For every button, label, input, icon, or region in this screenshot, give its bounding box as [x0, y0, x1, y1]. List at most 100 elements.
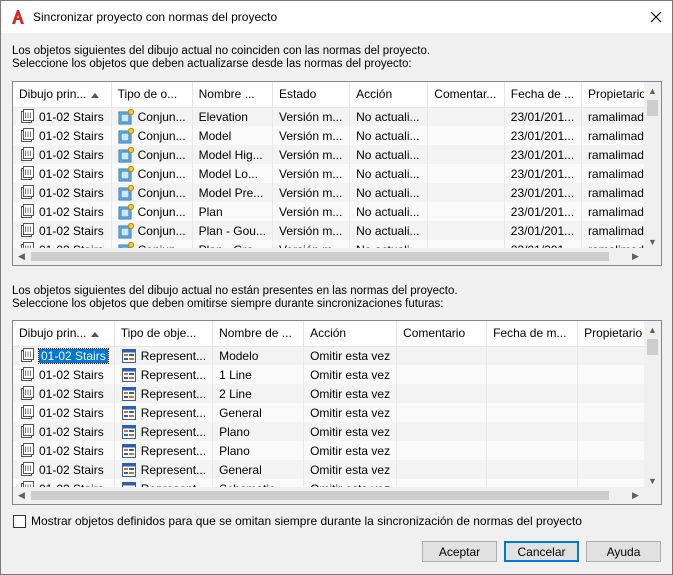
accept-button[interactable]: Aceptar: [422, 541, 497, 562]
table-row[interactable]: 01-02 Stairs Represent... General Omitir es…: [13, 403, 657, 422]
scroll-left-icon[interactable]: ◀: [13, 248, 30, 265]
show-ignored-option[interactable]: Mostrar objetos definidos para que se om…: [13, 514, 582, 528]
table-row[interactable]: 01-02 Stairs Conjun... Plan Versión m... No …: [13, 202, 661, 221]
table-row[interactable]: 01-02 Stairs Represent... General Omitir es…: [13, 460, 657, 479]
cell-text: No actuali...: [356, 166, 420, 181]
display-representation-icon: [121, 367, 136, 382]
grid2-hscroll-thumb[interactable]: [31, 491, 609, 500]
drawing-file-icon: [21, 108, 34, 123]
column-header[interactable]: Fecha de ...: [504, 82, 582, 108]
table-cell: Conjun...: [111, 107, 193, 126]
table-cell: 23/01/201...: [504, 164, 582, 183]
mismatched-objects-grid[interactable]: Dibujo prin... Tipo de o... Nombre ... Esta…: [12, 81, 662, 266]
column-header-label: Comentario: [403, 326, 466, 341]
table-cell: Represent...: [114, 460, 214, 479]
table-cell: 23/01/201...: [504, 107, 582, 126]
table-cell: Conjun...: [111, 145, 193, 164]
column-header[interactable]: Estado: [272, 82, 351, 108]
table-cell: [396, 384, 488, 403]
table-row[interactable]: 01-02 Stairs Conjun... Plan - Gou... Versió…: [13, 221, 661, 240]
table-row[interactable]: 01-02 Stairs Conjun... Elevation Versión m.…: [13, 107, 661, 126]
column-header[interactable]: Acción: [303, 321, 398, 347]
display-representation-icon: [121, 386, 136, 401]
table-row[interactable]: 01-02 Stairs Conjun... Model Lo... Versión …: [13, 164, 661, 183]
column-header-label: Nombre de ...: [219, 326, 292, 341]
cell-text: 01-02 Stairs: [39, 386, 104, 401]
table-cell: Conjun...: [111, 164, 193, 183]
table-cell: [427, 145, 505, 164]
table-cell: [486, 422, 579, 441]
sort-ascending-icon: [91, 331, 100, 337]
grid1-vscroll-thumb[interactable]: [647, 100, 658, 116]
column-header[interactable]: Nombre ...: [192, 82, 273, 108]
table-cell: 01-02 Stairs: [13, 126, 112, 145]
table-cell: [486, 346, 579, 365]
mismatched-objects-table: Dibujo prin... Tipo de o... Nombre ... Esta…: [13, 82, 661, 259]
cell-text: Conjun...: [137, 185, 186, 200]
close-button[interactable]: [640, 1, 672, 33]
column-header[interactable]: Nombre de ...: [212, 321, 305, 347]
cell-text: Versión m...: [278, 147, 343, 162]
drawing-file-icon: [21, 461, 34, 476]
column-header[interactable]: Fecha de m...: [486, 321, 579, 347]
cell-text: Conjun...: [137, 128, 186, 143]
cell-text: 23/01/201...: [510, 185, 575, 200]
drawing-file-icon: [21, 165, 34, 180]
drawing-file-icon: [21, 366, 34, 381]
table-row[interactable]: 01-02 Stairs Represent... 1 Line Omitir est…: [13, 365, 657, 384]
cancel-button[interactable]: Cancelar: [504, 541, 579, 562]
table-row[interactable]: 01-02 Stairs Conjun... Model Versión m... No…: [13, 126, 661, 145]
column-header[interactable]: Tipo de obje...: [114, 321, 214, 347]
table-row[interactable]: 01-02 Stairs Conjun... Model Pre... Versión…: [13, 183, 661, 202]
table-cell: [486, 460, 579, 479]
table-cell: [396, 346, 488, 365]
grid1-hscroll-thumb[interactable]: [31, 252, 609, 261]
column-header[interactable]: Acción: [349, 82, 429, 108]
column-header-label: Dibujo prin...: [19, 326, 87, 341]
scroll-right-icon[interactable]: ▶: [627, 248, 644, 265]
table-cell: 01-02 Stairs: [13, 441, 115, 460]
table-row[interactable]: 01-02 Stairs Represent... Plano Omitir esta…: [13, 441, 657, 460]
style-set-icon: [118, 108, 134, 125]
grid2-horizontal-scrollbar[interactable]: ◀ ▶: [13, 487, 644, 504]
table-cell: Versión m...: [272, 164, 351, 183]
table-cell: [427, 107, 505, 126]
table-row[interactable]: 01-02 Stairs Represent... Plano Omitir esta…: [13, 422, 657, 441]
title-bar: Sincronizar proyecto con normas del proy…: [1, 1, 672, 33]
column-header[interactable]: Dibujo prin...: [13, 82, 112, 108]
column-header-label: Acción: [356, 87, 393, 102]
table-cell: Model Lo...: [192, 164, 273, 183]
table-cell: [396, 365, 488, 384]
column-header-label: Tipo de obje...: [120, 326, 197, 341]
cell-text: Versión m...: [278, 128, 343, 143]
missing-objects-grid[interactable]: Dibujo prin... Tipo de obje... Nombre de .…: [12, 320, 662, 505]
grid1-vertical-scrollbar[interactable]: ▲ ▼: [644, 82, 661, 250]
cell-text: General: [219, 405, 262, 420]
help-button[interactable]: Ayuda: [586, 541, 661, 562]
show-ignored-checkbox[interactable]: [13, 514, 26, 528]
table-cell: Omitir esta vez: [303, 365, 398, 384]
cell-text: 01-02 Stairs: [38, 347, 109, 364]
column-header[interactable]: Dibujo prin...: [13, 321, 115, 347]
display-representation-icon: [121, 405, 136, 420]
table-cell: Represent...: [114, 346, 214, 365]
grid2-vertical-scrollbar[interactable]: ▲ ▼: [644, 321, 661, 489]
scroll-up-icon[interactable]: ▲: [644, 82, 661, 99]
column-header[interactable]: Comentar...: [427, 82, 505, 108]
cell-text: 2 Line: [219, 386, 252, 401]
scroll-right-icon[interactable]: ▶: [627, 487, 644, 504]
sort-ascending-icon: [91, 92, 100, 98]
scroll-up-icon[interactable]: ▲: [644, 321, 661, 338]
scroll-left-icon[interactable]: ◀: [13, 487, 30, 504]
table-cell: [396, 403, 488, 422]
column-header[interactable]: Tipo de o...: [111, 82, 193, 108]
grid1-horizontal-scrollbar[interactable]: ◀ ▶: [13, 248, 644, 265]
table-row[interactable]: 01-02 Stairs Represent... 2 Line Omitir est…: [13, 384, 657, 403]
cell-text: Conjun...: [137, 204, 186, 219]
grid2-vscroll-thumb[interactable]: [647, 339, 658, 355]
column-header[interactable]: Comentario: [396, 321, 488, 347]
drawing-file-icon: [21, 203, 34, 218]
table-cell: Modelo: [212, 346, 305, 365]
table-row[interactable]: 01-02 Stairs Conjun... Model Hig... Versión…: [13, 145, 661, 164]
table-row[interactable]: 01-02 Stairs Represent... Modelo Omitir est…: [13, 346, 657, 365]
